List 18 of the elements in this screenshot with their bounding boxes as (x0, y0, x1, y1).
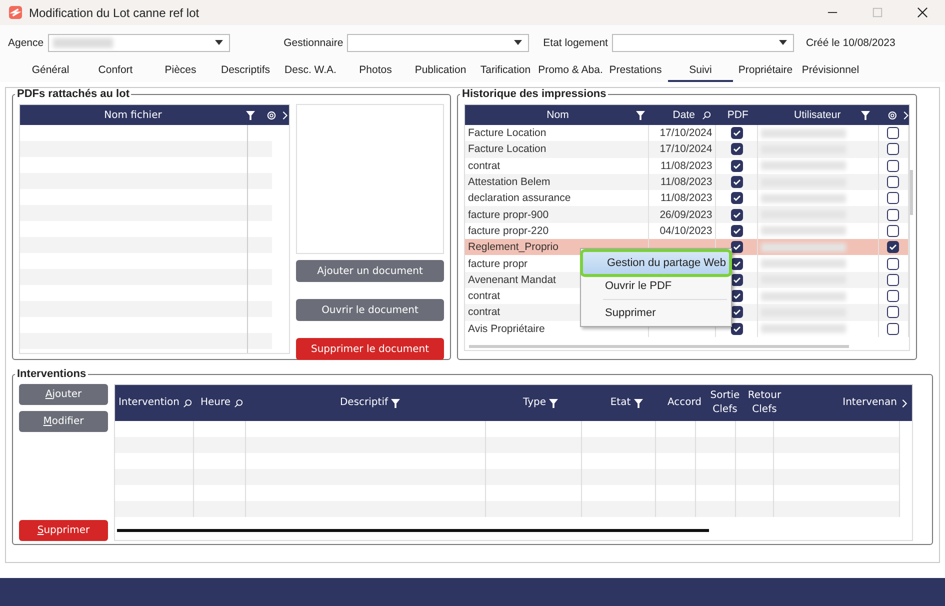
table-cell: 04/10/2023 (660, 224, 712, 237)
field-label: Gestionnaire (284, 36, 344, 48)
section-title: PDFs rattachés au lot (16, 88, 130, 100)
table-cell: facture propr-900 (465, 206, 649, 223)
table-cell: 11/08/2023 (660, 176, 712, 188)
table-cell: 26/09/2023 (660, 208, 712, 221)
table-cell: Facture Location (465, 141, 649, 158)
created-date: Créé le 10/08/2023 (806, 36, 896, 48)
window-title: Modification du Lot canne ref lot (29, 6, 200, 20)
section-title: Historique des impressions (461, 88, 608, 100)
table-cell: Attestation Belem (465, 174, 649, 190)
table-cell: 11/08/2023 (660, 192, 712, 204)
table-cell: 17/10/2024 (660, 127, 712, 140)
field-label: Etat logement (543, 36, 608, 48)
table-cell: 11/08/2023 (660, 160, 712, 172)
section-title: Interventions (16, 368, 88, 380)
field-label: Agence (8, 36, 44, 48)
table-cell: 17/10/2024 (660, 143, 712, 156)
